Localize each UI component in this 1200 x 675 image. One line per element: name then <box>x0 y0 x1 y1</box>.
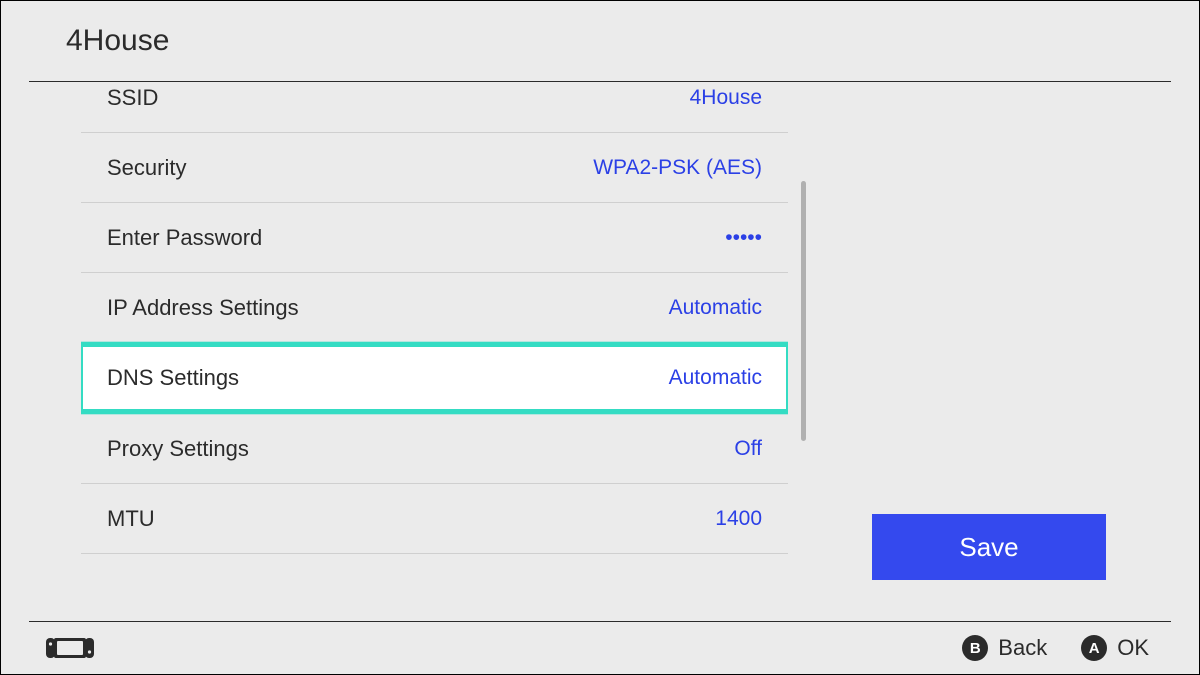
hint-back: B Back <box>962 635 1047 661</box>
b-button-icon: B <box>962 635 988 661</box>
setting-value: WPA2-PSK (AES) <box>593 156 762 180</box>
setting-row-ssid[interactable]: SSID 4House <box>81 81 788 133</box>
controller-icon <box>45 637 95 659</box>
settings-panel: SSID 4House Security WPA2-PSK (AES) Ente… <box>81 81 788 614</box>
setting-value: 4House <box>690 86 762 110</box>
setting-row-ip-address[interactable]: IP Address Settings Automatic <box>81 273 788 343</box>
setting-row-security[interactable]: Security WPA2-PSK (AES) <box>81 133 788 203</box>
save-button[interactable]: Save <box>872 514 1106 580</box>
setting-label: Enter Password <box>107 225 262 251</box>
a-button-icon: A <box>1081 635 1107 661</box>
hint-label: Back <box>998 635 1047 661</box>
scrollbar[interactable] <box>801 181 807 584</box>
header: 4House <box>1 1 1199 81</box>
setting-row-dns[interactable]: DNS Settings Automatic <box>81 342 788 414</box>
setting-label: IP Address Settings <box>107 295 299 321</box>
setting-value: Automatic <box>669 366 762 390</box>
footer-hints: B Back A OK <box>962 635 1149 661</box>
hint-ok: A OK <box>1081 635 1149 661</box>
setting-label: DNS Settings <box>107 365 239 391</box>
hint-label: OK <box>1117 635 1149 661</box>
setting-row-mtu[interactable]: MTU 1400 <box>81 484 788 554</box>
setting-row-autoconnect[interactable]: Autoconnect On <box>81 594 788 614</box>
setting-value: 1400 <box>715 507 762 531</box>
setting-row-proxy[interactable]: Proxy Settings Off <box>81 414 788 484</box>
scrollbar-thumb[interactable] <box>801 181 806 441</box>
setting-label: Security <box>107 155 186 181</box>
setting-value: Automatic <box>669 296 762 320</box>
footer: B Back A OK <box>1 622 1199 674</box>
page-title: 4House <box>66 24 169 58</box>
setting-label: Proxy Settings <box>107 436 249 462</box>
setting-value: Off <box>734 437 762 461</box>
setting-value: ••••• <box>725 226 762 250</box>
setting-label: MTU <box>107 506 155 532</box>
setting-label: SSID <box>107 85 158 111</box>
setting-row-password[interactable]: Enter Password ••••• <box>81 203 788 273</box>
settings-list: SSID 4House Security WPA2-PSK (AES) Ente… <box>81 81 788 614</box>
